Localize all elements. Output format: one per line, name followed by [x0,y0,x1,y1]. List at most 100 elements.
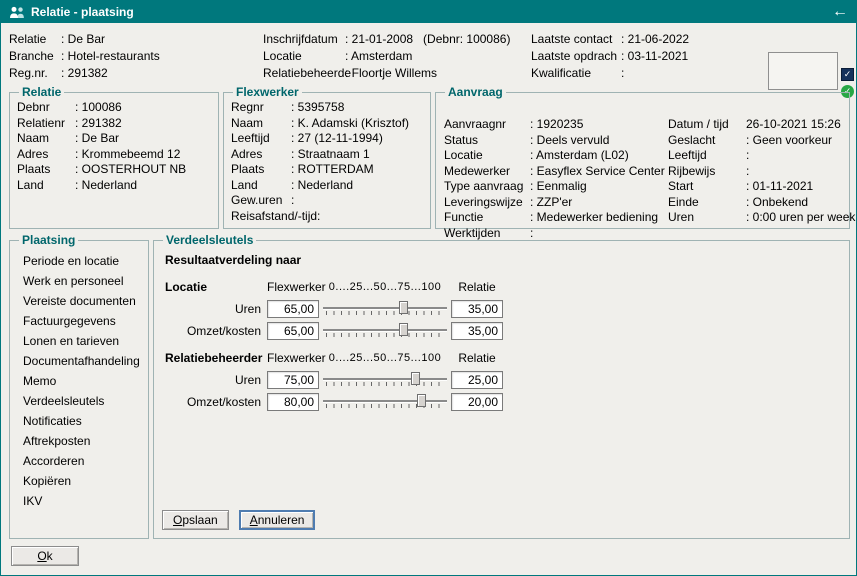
app-window: Relatie - plaatsing ← Relatie: De Bar Br… [0,0,857,576]
info-label: Debnr [17,100,75,116]
info-row: Aanvraagnr: 1920235 [444,117,665,133]
info-label: Leeftijd [231,131,291,147]
locatie-omzet-flexwerker-input[interactable] [267,322,319,340]
header-value: : 291382 [61,66,108,80]
aanvraag-right-column: Datum / tijd26-10-2021 15:26 Geslacht: G… [668,117,855,226]
slider-scale-label: 0....25...50...75...100 [323,352,447,364]
menu-item-memo[interactable]: Memo [17,371,142,391]
info-label: Adres [231,147,291,163]
info-row: Land: Nederland [231,178,424,194]
slider-thumb[interactable] [411,372,420,385]
header-value: : 03-11-2021 [621,49,688,63]
verdeelsleutels-panel: Verdeelsleutels Resultaatverdeling naar … [153,233,850,539]
info-row: Debnr: 100086 [17,100,212,116]
menu-item-vereiste-documenten[interactable]: Vereiste documenten [17,291,142,311]
info-value: : Geen voorkeur [746,133,832,149]
menu-item-werk-en-personeel[interactable]: Werk en personeel [17,271,142,291]
info-value: : Deels vervuld [530,133,609,149]
info-label: Aanvraagnr [444,117,530,133]
info-label: Datum / tijd [668,117,746,133]
slider-thumb[interactable] [399,323,408,336]
menu-item-accorderen[interactable]: Accorderen [17,451,142,471]
slider-track [323,307,447,309]
window-title: Relatie - plaatsing [31,5,134,19]
menu-item-lonen-en-tarieven[interactable]: Lonen en tarieven [17,331,142,351]
group-header: Relatiebeheerder Flexwerker 0....25...50… [161,348,843,367]
header-col-inschrijving: Inschrijfdatum: 21-01-2008 (Debnr: 10008… [263,30,510,81]
locatie-omzet-relatie-input[interactable] [451,322,503,340]
info-label: Geslacht [668,133,746,149]
menu-item-factuurgegevens[interactable]: Factuurgegevens [17,311,142,331]
aanvraag-legend: Aanvraag [445,85,506,99]
info-row: Relatienr: 291382 [17,116,212,132]
info-row: Plaats: OOSTERHOUT NB [17,162,212,178]
group-relatiebeheerder: Relatiebeheerder Flexwerker 0....25...50… [161,348,843,411]
ok-button[interactable]: Ok [11,546,79,566]
locatie-uren-flexwerker-input[interactable] [267,300,319,318]
plaatsing-legend: Plaatsing [19,233,78,247]
info-value: : Onbekend [746,195,808,211]
save-button[interactable]: Opslaan [162,510,229,530]
uren-row: Uren [161,370,843,389]
header-value: : [621,66,624,80]
locatie-uren-relatie-input[interactable] [451,300,503,318]
info-row: Plaats: ROTTERDAM [231,162,424,178]
header-label: Reg.nr. [9,66,61,80]
verdeelsleutels-legend: Verdeelsleutels [163,233,256,247]
form-buttons: Opslaan Annuleren [162,510,315,530]
info-row: Locatie: Amsterdam (L02) [444,148,665,164]
beheerder-omzet-relatie-input[interactable] [451,393,503,411]
header-label: Kwalificatie [531,66,621,80]
beheerder-uren-flexwerker-input[interactable] [267,371,319,389]
uren-row: Uren [161,299,843,318]
header-value: : De Bar [61,32,105,46]
beheerder-uren-relatie-input[interactable] [451,371,503,389]
plaatsing-menu: Periode en locatie Werk en personeel Ver… [17,251,142,511]
back-arrow-icon[interactable]: ← [832,4,848,20]
header-row: Laatste opdrach: 03-11-2021 [531,47,689,64]
info-value: : OOSTERHOUT NB [75,162,186,178]
header-row: Kwalificatie: [531,64,689,81]
header-value: : Amsterdam [345,49,412,63]
info-label: Relatienr [17,116,75,132]
menu-item-kopieren[interactable]: Kopiëren [17,471,142,491]
info-value: : Amsterdam (L02) [530,148,629,164]
cancel-button[interactable]: Annuleren [239,510,316,530]
beheerder-uren-slider[interactable] [323,370,447,389]
menu-item-ikv[interactable]: IKV [17,491,142,511]
menu-item-notificaties[interactable]: Notificaties [17,411,142,431]
info-row: Uren: 0:00 uren per week [668,210,855,226]
info-label: Medewerker [444,164,530,180]
menu-item-documentafhandeling[interactable]: Documentafhandeling [17,351,142,371]
menu-item-aftrekposten[interactable]: Aftrekposten [17,431,142,451]
omzet-kosten-row: Omzet/kosten [161,392,843,411]
beheerder-omzet-flexwerker-input[interactable] [267,393,319,411]
info-value: : Nederland [75,178,137,194]
menu-item-verdeelsleutels[interactable]: Verdeelsleutels [17,391,142,411]
info-row: Adres: Krommebeemd 12 [17,147,212,163]
menu-item-periode-en-locatie[interactable]: Periode en locatie [17,251,142,271]
checked-checkbox-icon[interactable]: ✓ [841,68,854,81]
locatie-uren-slider[interactable] [323,299,447,318]
slider-track [323,400,447,402]
plaatsing-panel: Plaatsing Periode en locatie Werk en per… [9,233,149,539]
info-row: Type aanvraag: Eenmalig [444,179,665,195]
info-label: Locatie [444,148,530,164]
info-row: Reisafstand/-tijd: [231,209,424,225]
group-name: Relatiebeheerder [161,351,267,365]
header-label: Relatiebeheerde [263,66,345,80]
slider-thumb[interactable] [417,394,426,407]
slider-track [323,329,447,331]
beheerder-omzet-slider[interactable] [323,392,447,411]
header-value: : Floortje Willems [345,66,437,80]
locatie-omzet-slider[interactable] [323,321,447,340]
info-label: Einde [668,195,746,211]
info-label: Plaats [17,162,75,178]
info-label: Functie [444,210,530,226]
info-label: Land [17,178,75,194]
info-value: : Nederland [291,178,353,194]
slider-ticks [326,333,446,337]
info-label: Naam [17,131,75,147]
info-label: Leveringswijze [444,195,530,211]
slider-thumb[interactable] [399,301,408,314]
